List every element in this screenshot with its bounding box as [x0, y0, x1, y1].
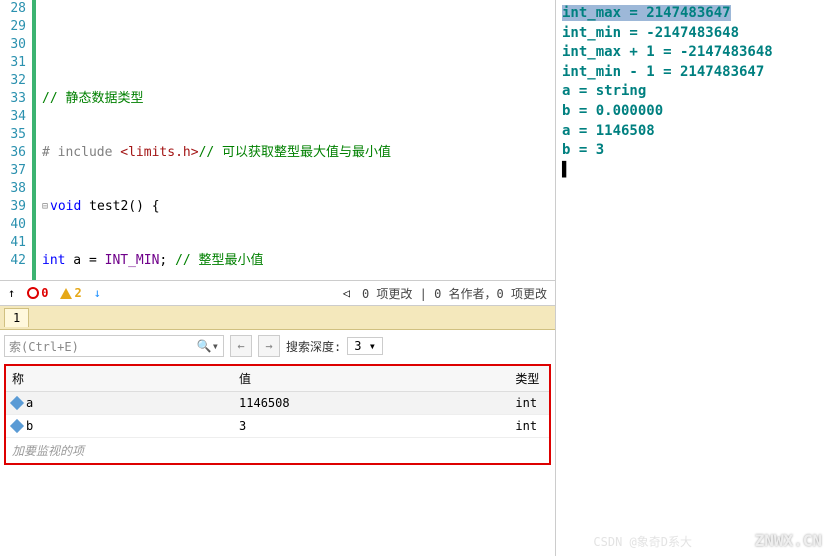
- nav-left-icon[interactable]: ◁: [343, 286, 350, 300]
- warning-count[interactable]: 2: [60, 286, 81, 300]
- nav-back-button[interactable]: ←: [230, 335, 252, 357]
- watch-tab[interactable]: 1: [4, 308, 29, 327]
- collapse-icon[interactable]: ⊟: [42, 198, 48, 216]
- up-arrow-icon[interactable]: ↑: [8, 286, 15, 300]
- watch-panel: 称 值 类型 a 1146508 int b 3 int 加要监视的项: [4, 364, 551, 465]
- variable-icon: [10, 419, 24, 433]
- watermark: ZNWX.CN: [755, 531, 822, 550]
- console-output: int_max = 2147483647 int_min = -21474836…: [556, 0, 832, 556]
- changes-label: 0 项更改 | 0 名作者，0 项更改: [362, 285, 547, 302]
- watch-row[interactable]: a 1146508 int: [6, 392, 549, 415]
- search-bar: 索(Ctrl+E) 🔍▾ ← → 搜索深度: 3 ▾: [0, 330, 555, 362]
- code-content[interactable]: // 静态数据类型 # include <limits.h>// 可以获取整型最…: [36, 0, 555, 280]
- line-gutter: 282930313233343536373839404142: [0, 0, 36, 280]
- search-input[interactable]: 索(Ctrl+E) 🔍▾: [4, 335, 224, 357]
- tab-bar: 1: [0, 306, 555, 330]
- depth-select[interactable]: 3 ▾: [347, 337, 383, 355]
- nav-fwd-button[interactable]: →: [258, 335, 280, 357]
- code-editor[interactable]: 282930313233343536373839404142 // 静态数据类型…: [0, 0, 555, 280]
- watch-header: 称 值 类型: [6, 366, 549, 392]
- watch-row[interactable]: b 3 int: [6, 415, 549, 438]
- error-count[interactable]: 0: [27, 286, 48, 300]
- variable-icon: [10, 396, 24, 410]
- search-icon[interactable]: 🔍▾: [197, 339, 219, 353]
- watermark-csdn: CSDN @象奇D系大: [593, 533, 692, 550]
- add-watch-item[interactable]: 加要监视的项: [6, 438, 549, 463]
- depth-label: 搜索深度:: [286, 338, 341, 355]
- status-bar: ↑ 0 2 ↓ ◁ 0 项更改 | 0 名作者，0 项更改: [0, 280, 555, 306]
- down-arrow-icon[interactable]: ↓: [94, 286, 101, 300]
